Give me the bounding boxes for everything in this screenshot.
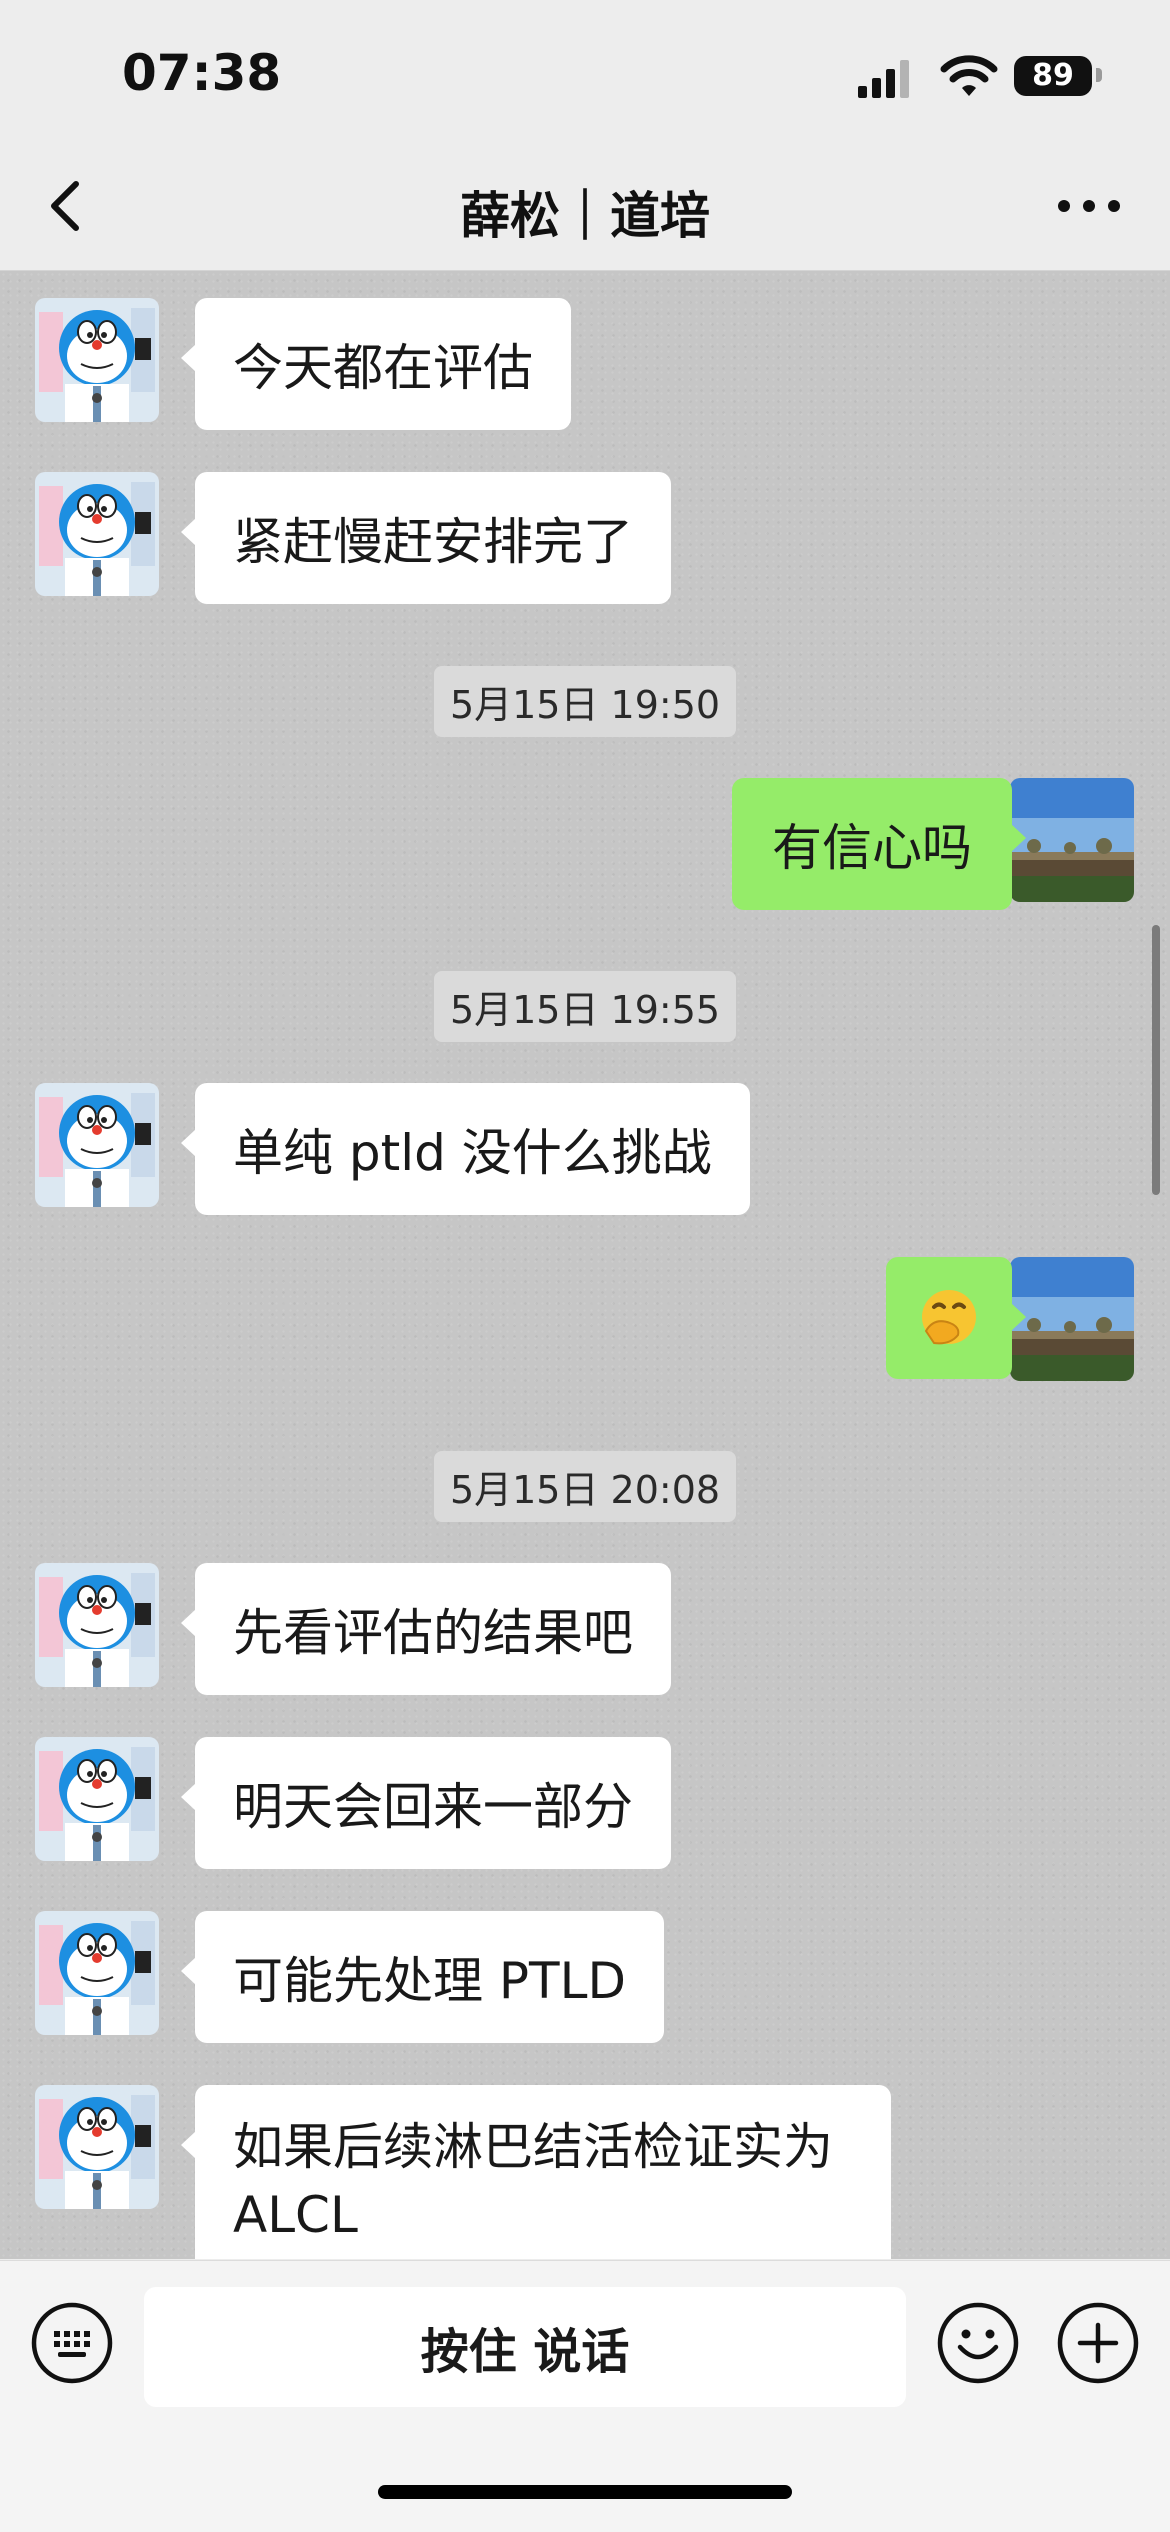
chat-header: 薛松｜道培 (0, 150, 1170, 271)
contact-avatar[interactable] (35, 1911, 159, 2035)
wifi-icon (940, 55, 998, 96)
my-avatar[interactable] (1010, 778, 1134, 902)
contact-avatar[interactable] (35, 1737, 159, 1861)
chat-scrollbar[interactable] (1152, 925, 1160, 1195)
status-time: 07:38 (122, 44, 282, 102)
outgoing-message-bubble[interactable]: 🤭 (886, 1257, 1026, 1379)
signal-icon (858, 60, 909, 98)
contact-avatar[interactable] (35, 298, 159, 422)
timestamp: 5月15日 19:50 (0, 666, 1170, 737)
battery-level: 89 (1032, 58, 1074, 93)
timestamp-label: 5月15日 19:55 (433, 971, 737, 1042)
timestamp: 5月15日 19:55 (0, 971, 1170, 1042)
landscape-avatar-icon (1010, 778, 1134, 902)
incoming-message-bubble[interactable]: 今天都在评估 (181, 298, 571, 430)
hold-to-talk-button[interactable]: 按住 说话 (144, 2287, 906, 2407)
chat-area[interactable]: 今天都在评估 紧赶慢赶安排完了 5月15日 19:50 有信心吗 5月15日 1… (0, 271, 1170, 2259)
contact-avatar[interactable] (35, 1563, 159, 1687)
doraemon-avatar-icon (35, 2085, 159, 2209)
emoji-icon[interactable] (936, 2301, 1020, 2385)
landscape-avatar-icon (1010, 1257, 1134, 1381)
timestamp-label: 5月15日 19:50 (433, 666, 737, 737)
home-indicator (378, 2485, 792, 2499)
hand-over-mouth-emoji-icon (922, 1290, 976, 1345)
doraemon-avatar-icon (35, 1563, 159, 1687)
input-bar: 按住 说话 (0, 2260, 1170, 2532)
incoming-message-bubble[interactable]: 可能先处理 PTLD (181, 1911, 664, 2043)
doraemon-avatar-icon (35, 298, 159, 422)
timestamp-label: 5月15日 20:08 (433, 1451, 737, 1522)
doraemon-avatar-icon (35, 1083, 159, 1207)
incoming-message-bubble[interactable]: 如果后续淋巴结活检证实为 ALCL (181, 2085, 891, 2259)
timestamp: 5月15日 20:08 (0, 1451, 1170, 1522)
battery-icon: 89 (1014, 56, 1092, 96)
incoming-message-bubble[interactable]: 紧赶慢赶安排完了 (181, 472, 671, 604)
doraemon-avatar-icon (35, 1737, 159, 1861)
battery-tip (1096, 68, 1102, 82)
incoming-message-bubble[interactable]: 单纯 ptld 没什么挑战 (181, 1083, 750, 1215)
outgoing-message-bubble[interactable]: 有信心吗 (732, 778, 1026, 910)
keyboard-icon[interactable] (30, 2301, 114, 2385)
chat-title: 薛松｜道培 (460, 187, 710, 245)
more-dots-icon[interactable] (1054, 186, 1124, 226)
status-bar: 07:38 89 (0, 0, 1170, 150)
doraemon-avatar-icon (35, 472, 159, 596)
my-avatar[interactable] (1010, 1257, 1134, 1381)
doraemon-avatar-icon (35, 1911, 159, 2035)
contact-avatar[interactable] (35, 2085, 159, 2209)
incoming-message-bubble[interactable]: 先看评估的结果吧 (181, 1563, 671, 1695)
contact-avatar[interactable] (35, 1083, 159, 1207)
incoming-message-bubble[interactable]: 明天会回来一部分 (181, 1737, 671, 1869)
contact-avatar[interactable] (35, 472, 159, 596)
plus-icon[interactable] (1056, 2301, 1140, 2385)
